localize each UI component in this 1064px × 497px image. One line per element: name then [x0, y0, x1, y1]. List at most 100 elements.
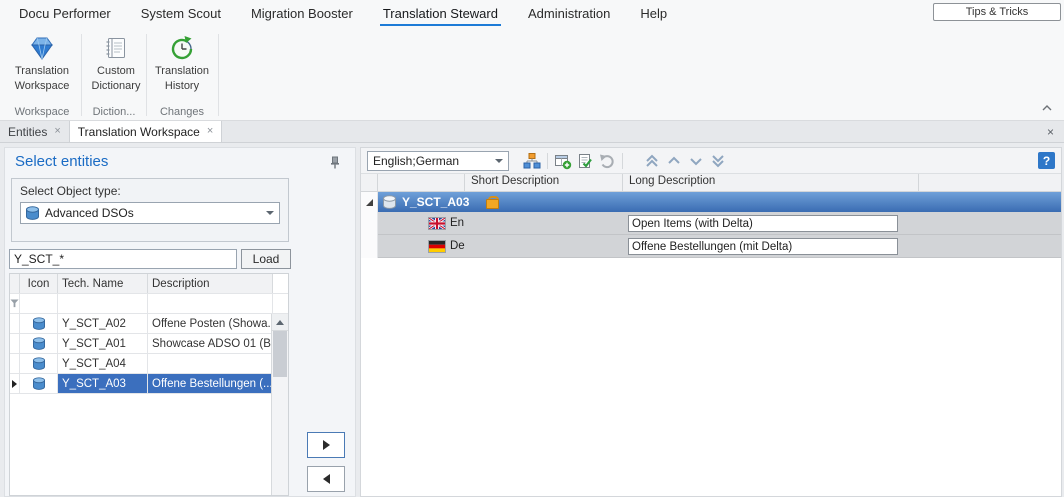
- toolbar-separator: [622, 153, 623, 169]
- translation-workspace-button[interactable]: Translation Workspace: [10, 33, 74, 93]
- language-code: En: [450, 217, 464, 229]
- entity-row[interactable]: Y_SCT_A01 Showcase ADSO 01 (B...: [10, 334, 288, 354]
- language-code: De: [450, 240, 465, 252]
- translation-history-icon: [150, 33, 214, 63]
- adso-icon: [20, 314, 58, 333]
- filter-cell[interactable]: [58, 294, 148, 313]
- expand-collapse-icon[interactable]: [361, 192, 378, 212]
- filter-row: [10, 294, 288, 314]
- entity-tech-name: Y_SCT_A04: [58, 354, 148, 373]
- filter-cell[interactable]: [20, 294, 58, 313]
- object-type-dropdown[interactable]: Advanced DSOs: [20, 202, 280, 224]
- translation-row-de[interactable]: De: [361, 235, 1061, 258]
- move-right-button[interactable]: [307, 432, 345, 458]
- entity-tech-name: Y_SCT_A03: [58, 374, 148, 393]
- tab-entities[interactable]: Entities ×: [0, 121, 70, 142]
- adso-icon: [20, 374, 58, 393]
- object-type-label: Select Object type:: [20, 184, 280, 198]
- entity-row[interactable]: Y_SCT_A04: [10, 354, 288, 374]
- translation-workspace-panel: English;German: [360, 147, 1062, 497]
- entity-tech-name: Y_SCT_A02: [58, 314, 148, 333]
- header-language-cell[interactable]: [378, 174, 465, 191]
- pin-icon[interactable]: [329, 156, 341, 172]
- entity-group-row[interactable]: Y_SCT_A03: [361, 192, 1061, 212]
- load-button[interactable]: Load: [241, 249, 291, 269]
- hierarchy-icon[interactable]: [521, 151, 543, 171]
- column-header-long-description[interactable]: Long Description: [623, 174, 919, 191]
- language-dropdown-value: English;German: [373, 154, 459, 168]
- entities-scrollbar[interactable]: [271, 314, 288, 495]
- previous-row-icon[interactable]: [663, 151, 685, 171]
- custom-dictionary-label-2: Dictionary: [84, 80, 148, 93]
- menu-translation-steward[interactable]: Translation Steward: [368, 0, 513, 28]
- entity-description: [148, 354, 273, 373]
- undo-icon[interactable]: [596, 151, 618, 171]
- scroll-up-icon[interactable]: [272, 314, 288, 331]
- tab-entities-close-icon[interactable]: ×: [54, 126, 60, 137]
- lock-icon: [485, 196, 498, 209]
- help-button[interactable]: ?: [1038, 152, 1055, 169]
- first-row-icon[interactable]: [641, 151, 663, 171]
- tips-and-tricks-button[interactable]: Tips & Tricks: [933, 3, 1061, 21]
- entity-tech-name: Y_SCT_A01: [58, 334, 148, 353]
- entity-group-name: Y_SCT_A03: [402, 195, 469, 209]
- flag-germany-icon: [429, 241, 445, 252]
- apply-check-icon[interactable]: [574, 151, 596, 171]
- adso-icon: [20, 334, 58, 353]
- select-entities-panel: Select entities Select Object type: Adva…: [4, 147, 356, 497]
- filter-cell[interactable]: [148, 294, 273, 313]
- ribbon-group-changes: Translation History Changes: [148, 28, 216, 120]
- entity-pattern-input[interactable]: [9, 249, 237, 269]
- entity-group-bar[interactable]: Y_SCT_A03: [378, 192, 1061, 212]
- entity-description: Offene Posten (Showa...: [148, 314, 273, 333]
- ribbon-group-label-changes: Changes: [148, 106, 216, 118]
- scrollbar-thumb[interactable]: [273, 331, 287, 377]
- adso-icon: [383, 195, 396, 209]
- header-filler-cell: [919, 174, 1061, 191]
- chevron-down-icon: [495, 159, 503, 163]
- column-header-short-description[interactable]: Short Description: [465, 174, 623, 191]
- flag-uk-icon: [429, 218, 445, 229]
- custom-dictionary-button[interactable]: Custom Dictionary: [84, 33, 148, 93]
- entity-row[interactable]: Y_SCT_A02 Offene Posten (Showa...: [10, 314, 288, 334]
- document-tab-bar: Entities × Translation Workspace × ×: [0, 121, 1064, 143]
- translation-history-button[interactable]: Translation History: [150, 33, 214, 93]
- save-icon[interactable]: [552, 151, 574, 171]
- header-gutter-cell: [361, 174, 378, 191]
- adso-icon: [26, 206, 39, 220]
- close-pane-icon[interactable]: ×: [1037, 121, 1064, 142]
- entities-table-header: Icon Tech. Name Description: [10, 274, 288, 294]
- translation-row-en[interactable]: En: [361, 212, 1061, 235]
- menu-help[interactable]: Help: [625, 0, 682, 28]
- adso-icon: [20, 354, 58, 373]
- translation-history-label-1: Translation: [150, 65, 214, 78]
- menu-system-scout[interactable]: System Scout: [126, 0, 236, 28]
- tab-translation-workspace-close-icon[interactable]: ×: [207, 126, 213, 137]
- chevron-down-icon: [266, 211, 274, 215]
- menu-docu-performer[interactable]: Docu Performer: [4, 0, 126, 28]
- next-row-icon[interactable]: [685, 151, 707, 171]
- tab-translation-workspace[interactable]: Translation Workspace ×: [70, 121, 223, 142]
- last-row-icon[interactable]: [707, 151, 729, 171]
- ribbon-group-label-workspace: Workspace: [4, 106, 80, 118]
- column-header-icon[interactable]: Icon: [20, 274, 58, 293]
- collapse-ribbon-button[interactable]: [1040, 102, 1054, 114]
- tab-entities-label: Entities: [8, 125, 47, 139]
- translation-history-label-2: History: [150, 80, 214, 93]
- filter-funnel-icon[interactable]: [10, 294, 20, 313]
- select-entities-title: Select entities: [15, 153, 108, 170]
- entities-table: Icon Tech. Name Description Y_SCT_A02 Of…: [9, 273, 289, 496]
- language-dropdown[interactable]: English;German: [367, 151, 509, 171]
- ribbon: Translation Workspace Workspace Custom D…: [0, 28, 1064, 121]
- menu-administration[interactable]: Administration: [513, 0, 625, 28]
- ribbon-group-label-dictionary: Diction...: [84, 106, 144, 118]
- entity-row-selected[interactable]: Y_SCT_A03 Offene Bestellungen (...: [10, 374, 288, 394]
- menu-migration-booster[interactable]: Migration Booster: [236, 0, 368, 28]
- column-header-description[interactable]: Description: [148, 274, 273, 293]
- long-description-input-de[interactable]: [628, 238, 898, 255]
- ribbon-separator: [218, 34, 219, 116]
- long-description-input-en[interactable]: [628, 215, 898, 232]
- move-left-button[interactable]: [307, 466, 345, 492]
- column-header-tech-name[interactable]: Tech. Name: [58, 274, 148, 293]
- ribbon-separator: [146, 34, 147, 116]
